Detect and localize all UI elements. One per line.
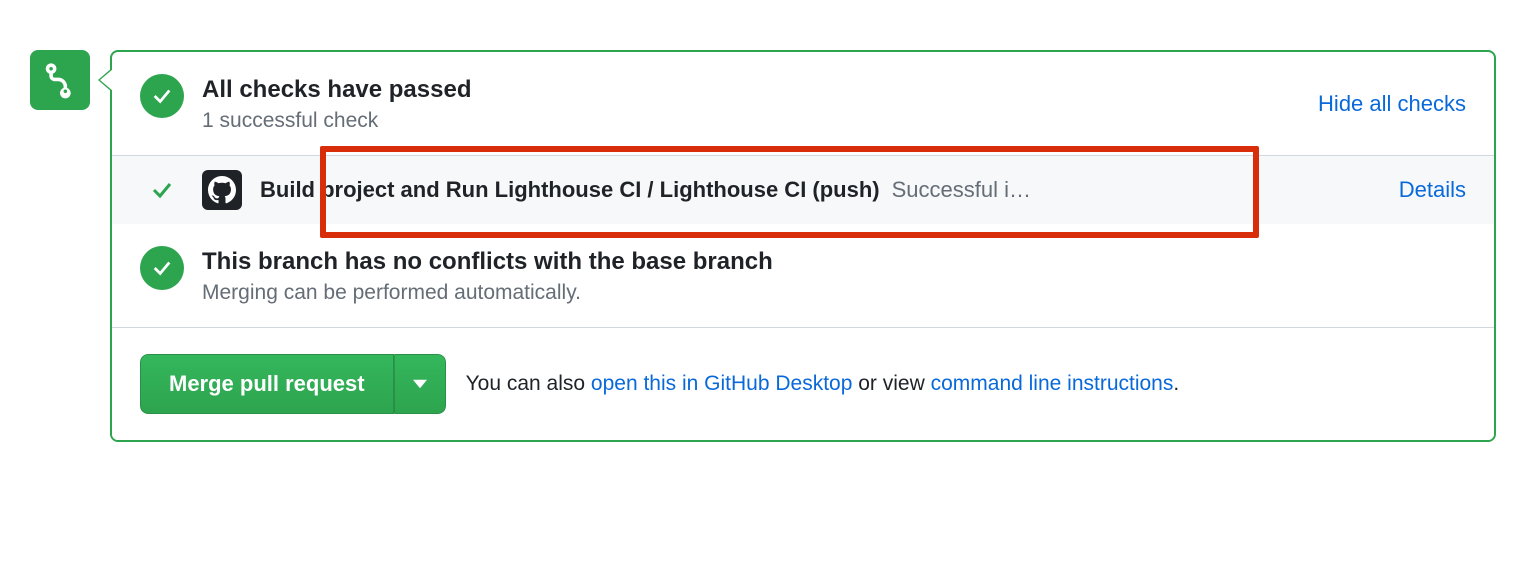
merge-footer-text: You can also open this in GitHub Desktop… <box>466 372 1180 396</box>
cmdline-link[interactable]: command line instructions <box>931 372 1174 395</box>
check-item-row: Build project and Run Lighthouse CI / Li… <box>112 155 1494 224</box>
merge-pull-request-button[interactable]: Merge pull request <box>140 354 394 414</box>
checks-title: All checks have passed <box>202 74 1300 105</box>
conflicts-title: This branch has no conflicts with the ba… <box>202 246 1466 277</box>
check-item-status: Successful i… <box>892 177 1031 203</box>
footer-text-prefix: You can also <box>466 372 591 395</box>
github-icon <box>202 170 242 210</box>
conflicts-section: This branch has no conflicts with the ba… <box>112 224 1494 327</box>
merge-button-group: Merge pull request <box>140 354 446 414</box>
check-item-name: Build project and Run Lighthouse CI / Li… <box>260 177 880 203</box>
footer-text-mid: or view <box>852 372 930 395</box>
check-circle-icon <box>140 74 184 118</box>
check-details-link[interactable]: Details <box>1399 177 1466 203</box>
check-pass-icon <box>140 178 184 202</box>
checks-subtitle: 1 successful check <box>202 109 1300 133</box>
merge-footer: Merge pull request You can also open thi… <box>112 327 1494 440</box>
merge-dropdown-button[interactable] <box>394 354 446 414</box>
open-desktop-link[interactable]: open this in GitHub Desktop <box>591 372 852 395</box>
hide-checks-link[interactable]: Hide all checks <box>1318 91 1466 117</box>
conflicts-subtitle: Merging can be performed automatically. <box>202 281 1466 305</box>
footer-text-suffix: . <box>1173 372 1179 395</box>
checks-summary-section: All checks have passed 1 successful chec… <box>112 52 1494 155</box>
git-merge-icon <box>30 50 90 110</box>
check-circle-icon <box>140 246 184 290</box>
merge-panel: All checks have passed 1 successful chec… <box>110 50 1496 442</box>
